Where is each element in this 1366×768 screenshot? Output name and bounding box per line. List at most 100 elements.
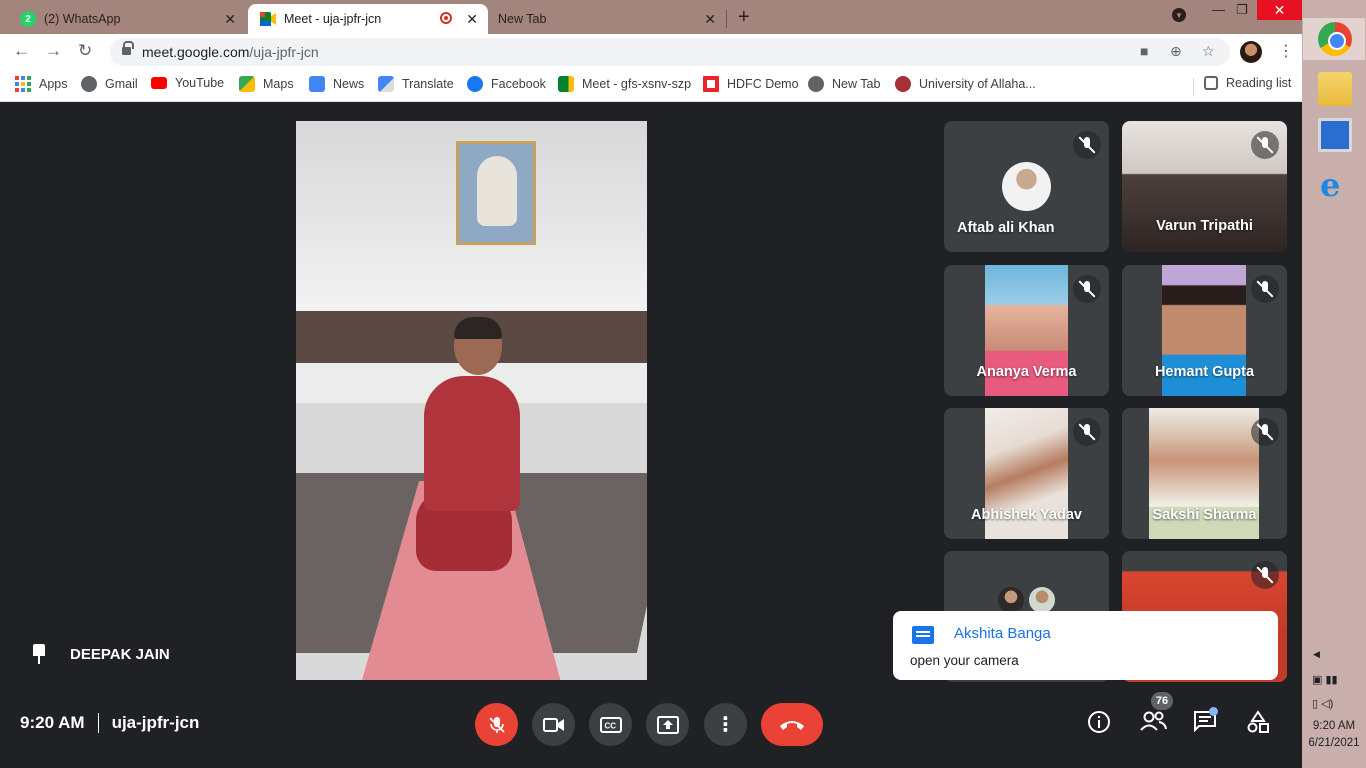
bookmark-apps[interactable]: Apps: [15, 76, 68, 92]
participant-tile[interactable]: Sakshi Sharma: [1122, 408, 1287, 539]
bookmark-label: Meet - gfs-xsnv-szp: [582, 77, 692, 91]
bookmark-news[interactable]: News: [309, 76, 364, 92]
tray-icons-row[interactable]: ▣ ▮▮: [1312, 673, 1338, 686]
participant-tile[interactable]: Ananya Verma: [944, 265, 1109, 396]
more-options-button[interactable]: ⋮: [704, 703, 747, 746]
bookmark-maps[interactable]: Maps: [239, 76, 294, 92]
captions-icon: CC: [599, 716, 622, 733]
bookmarks-bar: Apps Gmail YouTube Maps News Translate F…: [0, 70, 1302, 102]
bookmark-label: Maps: [263, 77, 294, 91]
pinned-video[interactable]: [296, 121, 647, 680]
bookmark-star-icon[interactable]: ☆: [1202, 43, 1215, 60]
meeting-details-button[interactable]: [1087, 710, 1111, 740]
bookmark-gmail[interactable]: Gmail: [81, 76, 138, 92]
hang-up-icon: [780, 720, 804, 730]
presenter-figure: [454, 317, 502, 339]
reading-list-button[interactable]: Reading list: [1204, 76, 1291, 90]
tab-whatsapp[interactable]: 2 (2) WhatsApp ✕: [0, 4, 246, 34]
translate-icon: [378, 76, 394, 92]
pinned-participant-name: DEEPAK JAIN: [70, 645, 170, 663]
bookmark-youtube[interactable]: YouTube: [151, 76, 224, 90]
close-tab-icon[interactable]: ✕: [466, 11, 478, 28]
camera-in-use-icon[interactable]: ■: [1140, 43, 1148, 59]
tab-meet[interactable]: Meet - uja-jpfr-jcn ✕: [248, 4, 488, 34]
meeting-time: 9:20 AM: [20, 713, 85, 732]
meet-stage: DEEPAK JAIN Aftab ali Khan Varun Tripath…: [0, 103, 1302, 768]
tab-search-icon[interactable]: ▼: [1172, 8, 1186, 22]
present-icon: [656, 715, 679, 734]
bookmark-separator: [1193, 78, 1194, 96]
url-host: meet.google.com: [142, 44, 250, 60]
taskbar-date[interactable]: 6/21/2021: [1302, 737, 1366, 749]
participant-tile[interactable]: Varun Tripathi: [1122, 121, 1287, 252]
microphone-off-button[interactable]: [475, 703, 518, 746]
bookmark-label: HDFC Demo: [727, 77, 799, 91]
close-tab-icon[interactable]: ✕: [224, 11, 236, 28]
activities-button[interactable]: [1246, 710, 1270, 740]
recording-icon: [440, 12, 452, 24]
zoom-icon[interactable]: ⊕: [1170, 43, 1182, 60]
bookmark-facebook[interactable]: Facebook: [467, 76, 546, 92]
mic-off-icon: [1073, 131, 1101, 159]
participant-tile[interactable]: Aftab ali Khan: [944, 121, 1109, 252]
file-explorer-icon[interactable]: [1318, 72, 1352, 106]
people-button[interactable]: [1139, 710, 1167, 738]
bookmark-new-tab[interactable]: New Tab: [808, 76, 880, 92]
leave-call-button[interactable]: [761, 703, 823, 746]
tab-new-tab[interactable]: New Tab ✕: [488, 4, 726, 34]
taskbar-clock[interactable]: 9:20 AM: [1302, 720, 1366, 732]
profile-avatar[interactable]: [1240, 41, 1262, 63]
camera-button[interactable]: [532, 703, 575, 746]
pin-icon[interactable]: [32, 644, 46, 664]
wall-portrait: [456, 141, 536, 245]
restore-button[interactable]: ❐: [1236, 2, 1248, 18]
participant-tile[interactable]: Hemant Gupta: [1122, 265, 1287, 396]
url-text[interactable]: meet.google.com/uja-jpfr-jcn: [142, 44, 319, 60]
tray-expand-icon[interactable]: ◀: [1313, 649, 1320, 660]
unread-dot: [1209, 707, 1218, 716]
bookmark-label: Facebook: [491, 77, 546, 91]
info-icon: [1088, 711, 1110, 733]
browser-toolbar: ← → ↻ meet.google.com/uja-jpfr-jcn ■ ⊕ ☆…: [0, 34, 1302, 70]
chrome-menu-icon[interactable]: ⋮: [1278, 41, 1294, 61]
chat-notification[interactable]: Akshita Banga open your camera: [893, 611, 1278, 680]
present-screen-button[interactable]: [646, 703, 689, 746]
meet-icon: [260, 12, 276, 26]
maps-icon: [239, 76, 255, 92]
back-icon[interactable]: ←: [13, 41, 30, 61]
window-close-button[interactable]: ✕: [1257, 0, 1302, 20]
tab-strip: 2 (2) WhatsApp ✕ Meet - uja-jpfr-jcn ✕ N…: [0, 0, 1302, 34]
close-tab-icon[interactable]: ✕: [704, 11, 716, 28]
video-camera-icon: [542, 717, 564, 732]
bookmark-label: Gmail: [105, 77, 138, 91]
lenovo-monitor-icon[interactable]: [1318, 118, 1352, 152]
reload-icon[interactable]: ↻: [78, 41, 92, 61]
mic-off-icon: [1251, 275, 1279, 303]
internet-explorer-icon[interactable]: e: [1320, 166, 1354, 204]
bookmark-university[interactable]: University of Allaha...: [895, 76, 1036, 92]
participant-name: Sakshi Sharma: [1152, 507, 1257, 523]
minimize-button[interactable]: —: [1212, 2, 1225, 17]
svg-text:CC: CC: [604, 721, 616, 730]
participant-count-badge: 76: [1151, 692, 1173, 710]
new-tab-button[interactable]: +: [738, 6, 750, 29]
bookmark-meet[interactable]: Meet - gfs-xsnv-szp: [558, 76, 691, 92]
bookmark-label: New Tab: [832, 77, 881, 91]
forward-icon[interactable]: →: [45, 41, 62, 61]
captions-button[interactable]: CC: [589, 703, 632, 746]
chrome-taskbar-icon[interactable]: [1318, 22, 1352, 56]
tray-icons-row[interactable]: ▯ ◁): [1312, 697, 1333, 710]
globe-icon: [81, 76, 97, 92]
participant-tile[interactable]: Abhishek Yadav: [944, 408, 1109, 539]
bookmark-hdfc[interactable]: HDFC Demo: [703, 76, 799, 92]
more-vert-icon: ⋮: [715, 714, 736, 736]
bookmark-translate[interactable]: Translate: [378, 76, 454, 92]
chat-sender: Akshita Banga: [954, 625, 1051, 642]
participant-name: Aftab ali Khan: [957, 220, 1055, 236]
address-bar[interactable]: meet.google.com/uja-jpfr-jcn ■ ⊕ ☆: [110, 38, 1230, 66]
lock-icon[interactable]: [122, 41, 134, 56]
whatsapp-icon: 2: [20, 11, 36, 27]
participant-name: Varun Tripathi: [1156, 218, 1253, 234]
bookmark-label: Apps: [39, 77, 68, 91]
people-icon: [1140, 711, 1167, 731]
